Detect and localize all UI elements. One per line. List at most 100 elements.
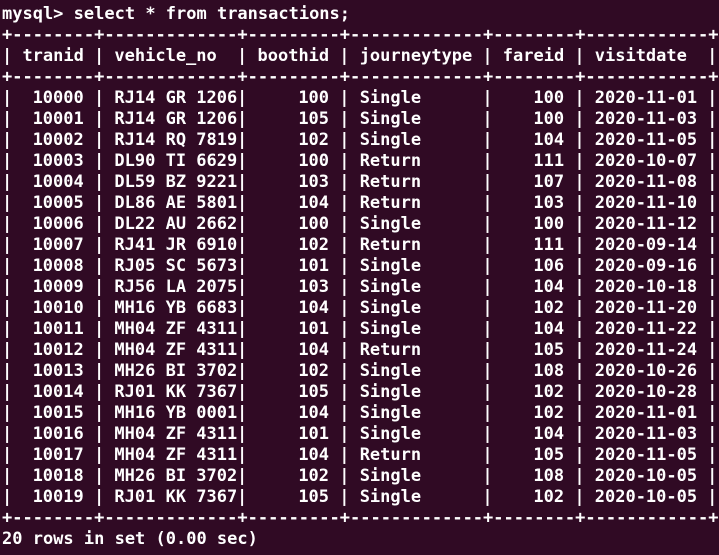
column-separator: | — [93, 130, 105, 150]
column-separator: | — [237, 445, 248, 465]
table-border-bottom: +--------+-------------+---------+------… — [2, 508, 719, 528]
column-separator: | — [2, 340, 13, 360]
column-separator: | — [482, 256, 493, 276]
column-separator: | — [482, 445, 493, 465]
column-separator: | — [339, 445, 350, 465]
visitdate-cell: 2020-11-10 — [594, 193, 698, 213]
column-separator: | — [93, 340, 105, 360]
tranid-cell: 10010 — [32, 298, 84, 318]
fareid-cell: 107 — [533, 172, 565, 192]
column-separator: | — [93, 382, 105, 402]
vehicle-no-cell: RJ01 KK 7367 — [114, 382, 238, 402]
boothid-cell: 100 — [298, 88, 330, 108]
journeytype-cell: Single — [359, 361, 422, 381]
visitdate-cell: 2020-10-28 — [594, 382, 698, 402]
column-separator: | — [574, 487, 585, 507]
column-separator: | — [93, 361, 105, 381]
visitdate-cell: 2020-11-05 — [594, 445, 698, 465]
column-separator: | — [237, 319, 248, 339]
visitdate-cell: 2020-11-22 — [594, 319, 698, 339]
journeytype-cell: Return — [359, 172, 422, 192]
journeytype-cell: Single — [359, 88, 422, 108]
boothid-cell: 104 — [298, 340, 330, 360]
column-separator: | — [707, 130, 718, 150]
column-separator: | — [482, 403, 493, 423]
column-header: tranid — [22, 46, 84, 66]
column-separator: | — [482, 88, 493, 108]
column-separator: | — [482, 130, 493, 150]
column-separator: | — [237, 403, 248, 423]
fareid-cell: 103 — [533, 193, 565, 213]
terminal-window[interactable]: mysql> select * from transactions; +----… — [0, 0, 719, 555]
column-separator: | — [2, 403, 13, 423]
column-separator: | — [93, 424, 105, 444]
table-header-row: | | | | | | | tranid vehicle_no boothid journeytyp… — [2, 46, 717, 67]
column-separator: | — [574, 109, 585, 129]
table-row: | | | | | | | 10015 MH16 YB 0001 104 Single 102 2020… — [2, 403, 717, 424]
column-separator: | — [707, 193, 718, 213]
column-separator: | — [574, 46, 585, 66]
column-separator: | — [339, 340, 350, 360]
column-separator: | — [339, 109, 350, 129]
column-separator: | — [237, 130, 248, 150]
column-separator: | — [2, 361, 13, 381]
column-separator: | — [339, 193, 350, 213]
visitdate-cell: 2020-10-26 — [594, 361, 698, 381]
table-row: | | | | | | | 10018 MH26 BI 3702 102 Single 108 2020… — [2, 466, 717, 487]
vehicle-no-cell: MH26 BI 3702 — [114, 466, 238, 486]
boothid-cell: 101 — [298, 319, 330, 339]
fareid-cell: 104 — [533, 277, 565, 297]
column-separator: | — [2, 487, 13, 507]
vehicle-no-cell: MH16 YB 6683 — [114, 298, 238, 318]
fareid-cell: 104 — [533, 130, 565, 150]
column-separator: | — [574, 214, 585, 234]
column-separator: | — [574, 424, 585, 444]
column-separator: | — [574, 382, 585, 402]
tranid-cell: 10017 — [32, 445, 84, 465]
column-separator: | — [339, 214, 350, 234]
vehicle-no-cell: DL22 AU 2662 — [114, 214, 238, 234]
tranid-cell: 10015 — [32, 403, 84, 423]
table-row: | | | | | | | 10008 RJ05 SC 5673 101 Single 106 2020… — [2, 256, 717, 277]
boothid-cell: 100 — [298, 214, 330, 234]
column-separator: | — [237, 424, 248, 444]
column-separator: | — [574, 130, 585, 150]
column-separator: | — [574, 172, 585, 192]
column-separator: | — [707, 88, 718, 108]
column-separator: | — [237, 382, 248, 402]
visitdate-cell: 2020-11-03 — [594, 424, 698, 444]
column-separator: | — [707, 235, 718, 255]
column-separator: | — [574, 193, 585, 213]
table-row: | | | | | | | 10010 MH16 YB 6683 104 Single 102 2020… — [2, 298, 717, 319]
column-separator: | — [707, 361, 718, 381]
command-line: mysql> select * from transactions; — [2, 4, 350, 25]
column-separator: | — [2, 466, 13, 486]
journeytype-cell: Return — [359, 445, 422, 465]
boothid-cell: 102 — [298, 361, 330, 381]
journeytype-cell: Single — [359, 403, 422, 423]
column-separator: | — [2, 88, 13, 108]
table-row: | | | | | | | 10005 DL86 AE 5801 104 Return 103 2020… — [2, 193, 717, 214]
boothid-cell: 103 — [298, 277, 330, 297]
table-row: | | | | | | | 10004 DL59 BZ 9221 103 Return 107 2020… — [2, 172, 717, 193]
column-separator: | — [574, 319, 585, 339]
boothid-cell: 104 — [298, 298, 330, 318]
column-header: journeytype — [359, 46, 473, 66]
tranid-cell: 10006 — [32, 214, 84, 234]
journeytype-cell: Single — [359, 109, 422, 129]
column-separator: | — [237, 277, 248, 297]
column-separator: | — [574, 151, 585, 171]
fareid-cell: 111 — [533, 235, 565, 255]
visitdate-cell: 2020-10-18 — [594, 277, 698, 297]
column-header: fareid — [502, 46, 565, 66]
column-separator: | — [339, 361, 350, 381]
column-separator: | — [574, 466, 585, 486]
column-separator: | — [707, 46, 718, 66]
boothid-cell: 100 — [298, 151, 330, 171]
tranid-cell: 10003 — [32, 151, 84, 171]
column-separator: | — [707, 256, 718, 276]
visitdate-cell: 2020-11-12 — [594, 214, 698, 234]
table-row: | | | | | | | 10011 MH04 ZF 4311 101 Single 104 2020… — [2, 319, 717, 340]
boothid-cell: 105 — [298, 382, 330, 402]
boothid-cell: 105 — [298, 487, 330, 507]
